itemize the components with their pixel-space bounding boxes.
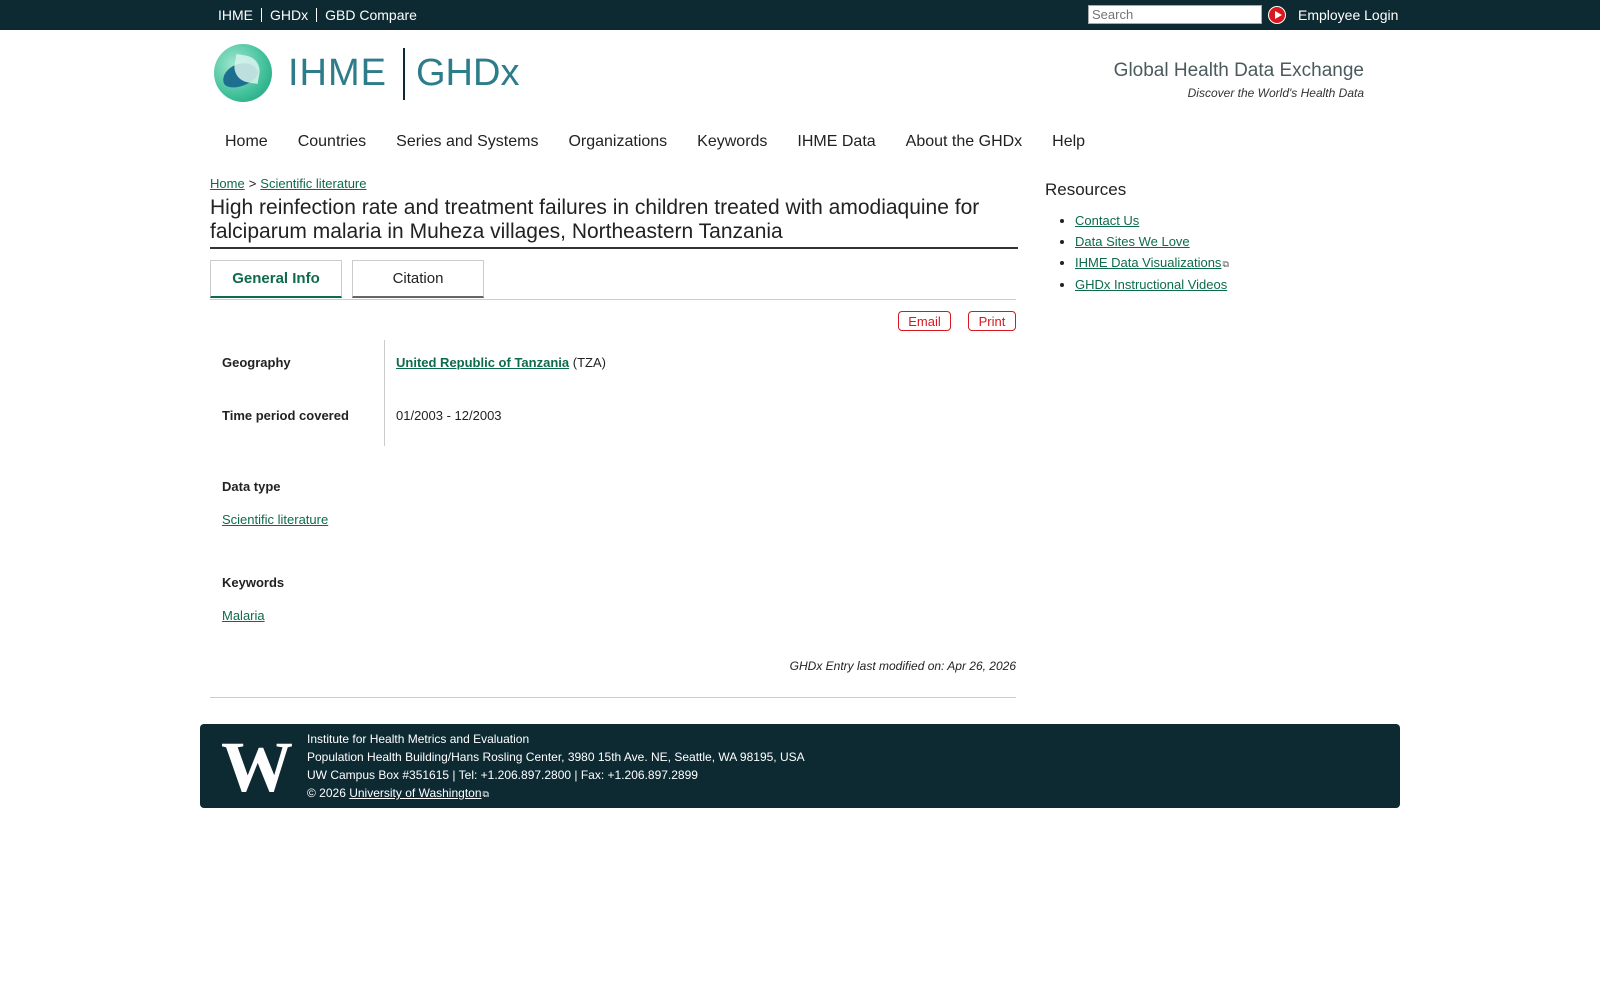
nav-home[interactable]: Home xyxy=(210,133,283,151)
footer-copyright: © 2026 xyxy=(307,786,346,800)
site-tagline: Global Health Data Exchange xyxy=(1113,60,1364,81)
nav-countries[interactable]: Countries xyxy=(283,133,381,151)
footer-contact: UW Campus Box #351615 | Tel: +1.206.897.… xyxy=(307,768,698,782)
external-link-icon: ⧉ xyxy=(1222,259,1229,269)
nav-series-systems[interactable]: Series and Systems xyxy=(381,133,553,151)
top-link-ihme[interactable]: IHME xyxy=(210,8,261,22)
logo-ihme-text[interactable]: IHME xyxy=(288,52,387,95)
resources-list: Contact Us Data Sites We Love IHME Data … xyxy=(1045,213,1229,298)
content-divider xyxy=(210,697,1016,698)
logo-divider xyxy=(403,48,405,100)
resource-contact-us[interactable]: Contact Us xyxy=(1075,213,1139,228)
top-link-gbd-compare[interactable]: GBD Compare xyxy=(316,8,425,22)
tabs-divider xyxy=(210,299,1016,300)
site-subtagline: Discover the World's Health Data xyxy=(1187,86,1364,100)
geography-label: Geography xyxy=(222,355,291,370)
nav-organizations[interactable]: Organizations xyxy=(553,133,682,151)
last-modified-text: GHDx Entry last modified on: Apr 26, 202… xyxy=(789,659,1016,673)
ihme-logo-icon[interactable] xyxy=(214,44,272,102)
time-period-value: 01/2003 - 12/2003 xyxy=(396,408,502,423)
geography-link[interactable]: United Republic of Tanzania xyxy=(396,355,569,370)
footer-copyright-line: © 2026 University of Washington⧉ xyxy=(307,784,805,803)
nav-help[interactable]: Help xyxy=(1037,133,1100,151)
nav-about[interactable]: About the GHDx xyxy=(891,133,1038,151)
footer-text: Institute for Health Metrics and Evaluat… xyxy=(307,730,805,803)
breadcrumb: Home > Scientific literature xyxy=(210,176,367,191)
email-button[interactable]: Email xyxy=(898,311,951,331)
top-link-ghdx[interactable]: GHDx xyxy=(261,8,316,22)
resource-item: Data Sites We Love xyxy=(1075,234,1229,250)
breadcrumb-separator: > xyxy=(248,176,257,191)
main-nav: Home Countries Series and Systems Organi… xyxy=(210,133,1100,151)
breadcrumb-current[interactable]: Scientific literature xyxy=(260,176,366,191)
footer-institute: Institute for Health Metrics and Evaluat… xyxy=(307,732,530,746)
resource-data-sites[interactable]: Data Sites We Love xyxy=(1075,234,1190,249)
keywords-label: Keywords xyxy=(222,575,285,590)
search-input[interactable] xyxy=(1088,5,1262,24)
data-type-link[interactable]: Scientific literature xyxy=(222,512,328,527)
footer-address: Population Health Building/Hans Rosling … xyxy=(307,750,805,764)
tab-general-info[interactable]: General Info xyxy=(210,260,342,298)
footer: W Institute for Health Metrics and Evalu… xyxy=(200,724,1400,808)
top-links: IHME GHDx GBD Compare xyxy=(210,0,425,30)
resource-instructional-videos[interactable]: GHDx Instructional Videos xyxy=(1075,277,1227,292)
time-period-label: Time period covered xyxy=(222,408,349,423)
keyword-link-malaria[interactable]: Malaria xyxy=(222,608,265,623)
geography-value: United Republic of Tanzania (TZA) xyxy=(396,355,606,370)
uw-link[interactable]: University of Washington xyxy=(349,786,481,800)
search-submit-icon[interactable] xyxy=(1268,6,1286,24)
logo-ghdx-text[interactable]: GHDx xyxy=(416,52,519,95)
nav-keywords[interactable]: Keywords xyxy=(682,133,782,151)
uw-logo-icon[interactable]: W xyxy=(214,731,300,803)
data-type-label: Data type xyxy=(222,479,281,494)
print-button[interactable]: Print xyxy=(968,311,1016,331)
page-title: High reinfection rate and treatment fail… xyxy=(210,196,1018,249)
employee-login-link[interactable]: Employee Login xyxy=(1298,7,1398,23)
tab-citation[interactable]: Citation xyxy=(352,260,484,298)
resource-item: Contact Us xyxy=(1075,213,1229,229)
top-bar: IHME GHDx GBD Compare Employee Login xyxy=(0,0,1600,30)
resource-item: IHME Data Visualizations⧉ xyxy=(1075,255,1229,272)
resources-heading: Resources xyxy=(1045,180,1127,199)
resource-item: GHDx Instructional Videos xyxy=(1075,277,1229,293)
external-link-icon: ⧉ xyxy=(482,789,489,799)
breadcrumb-home[interactable]: Home xyxy=(210,176,245,191)
resource-ihme-visualizations[interactable]: IHME Data Visualizations xyxy=(1075,255,1221,270)
geography-code: (TZA) xyxy=(572,355,606,370)
nav-ihme-data[interactable]: IHME Data xyxy=(782,133,890,151)
field-divider xyxy=(384,340,385,446)
